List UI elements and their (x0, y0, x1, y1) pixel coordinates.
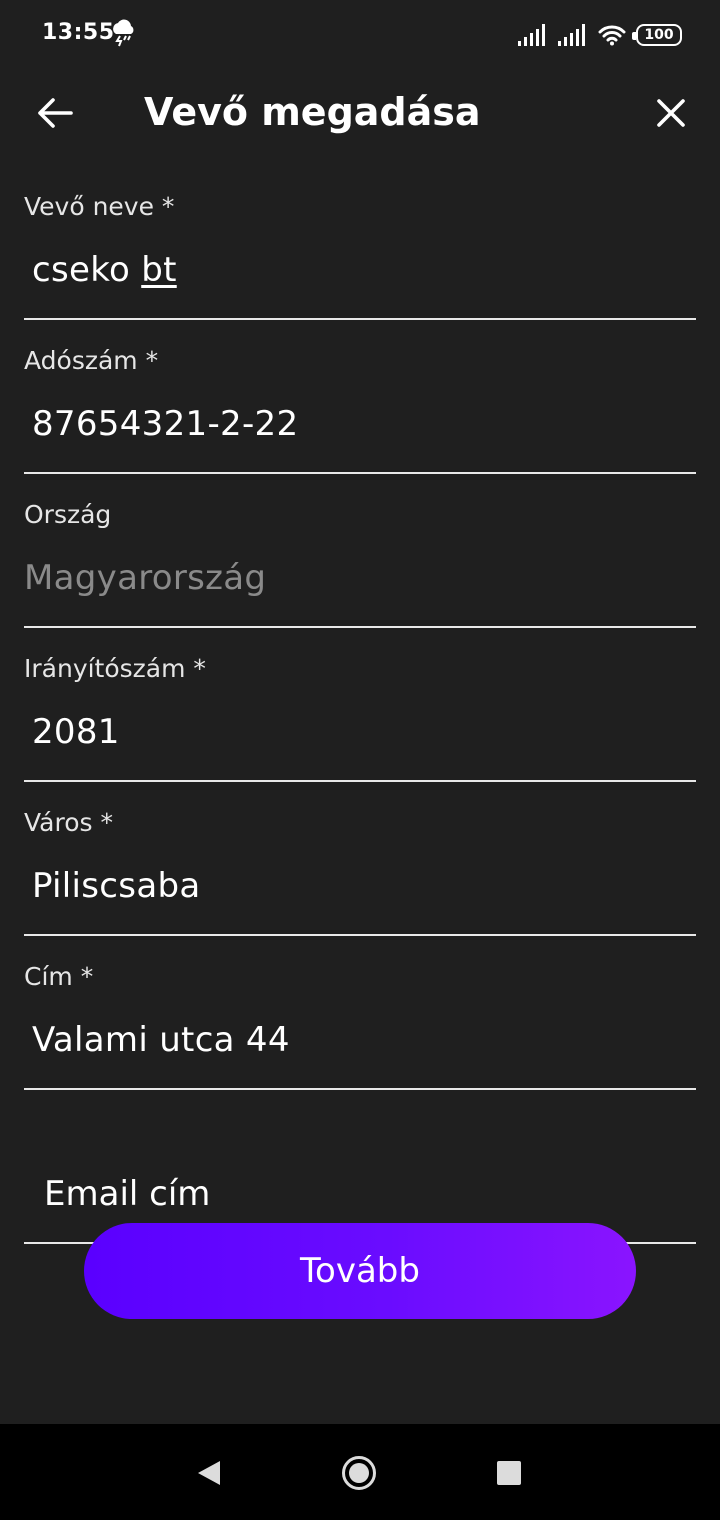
buyer-name-label: Vevő neve * (24, 192, 175, 221)
app-header: Vevő megadása (0, 70, 720, 160)
address-value[interactable]: Valami utca 44 (32, 1020, 290, 1060)
address-field[interactable]: Cím * Valami utca 44 (24, 936, 696, 1090)
next-button[interactable]: Tovább (84, 1223, 636, 1319)
buyer-name-text: cseko (32, 250, 142, 290)
storm-cloud-icon (113, 19, 134, 47)
battery-icon: 100 (632, 24, 682, 46)
screen: 13:55 100 Vevő megadása Vevő neve * csek… (0, 0, 720, 1520)
nav-back-icon[interactable] (196, 1459, 222, 1487)
wifi-icon (598, 25, 626, 46)
country-label: Ország (24, 500, 112, 529)
system-navigation-bar (0, 1424, 720, 1520)
signal-icon (518, 24, 545, 46)
email-field[interactable]: Email cím (24, 1090, 696, 1244)
next-button-label: Tovább (300, 1251, 420, 1291)
tax-number-value[interactable]: 87654321-2-22 (32, 404, 298, 444)
battery-level: 100 (644, 27, 674, 43)
country-value: Magyarország (24, 558, 267, 598)
address-label: Cím * (24, 962, 94, 991)
signal-icon (558, 24, 585, 46)
buyer-name-composing-text: bt (141, 250, 177, 290)
back-button[interactable] (30, 88, 80, 138)
city-value[interactable]: Piliscsaba (32, 866, 200, 906)
tax-number-label: Adószám * (24, 346, 159, 375)
status-bar: 13:55 100 (0, 0, 720, 70)
arrow-left-icon (38, 98, 73, 128)
nav-home-icon[interactable] (341, 1455, 377, 1491)
city-label: Város * (24, 808, 113, 837)
status-time: 13:55 (42, 20, 115, 45)
email-placeholder: Email cím (44, 1174, 211, 1214)
buyer-name-field[interactable]: Vevő neve * cseko bt (24, 166, 696, 320)
buyer-name-value[interactable]: cseko bt (32, 250, 177, 290)
country-field: Ország Magyarország (24, 474, 696, 628)
nav-recent-apps-icon[interactable] (497, 1461, 521, 1485)
city-field[interactable]: Város * Piliscsaba (24, 782, 696, 936)
close-button[interactable] (646, 88, 696, 138)
page-title: Vevő megadása (144, 90, 481, 134)
postal-code-label: Irányítószám * (24, 654, 206, 683)
tax-number-field[interactable]: Adószám * 87654321-2-22 (24, 320, 696, 474)
close-icon (657, 99, 685, 127)
postal-code-field[interactable]: Irányítószám * 2081 (24, 628, 696, 782)
postal-code-value[interactable]: 2081 (32, 712, 120, 752)
status-icons: 100 (518, 22, 682, 48)
